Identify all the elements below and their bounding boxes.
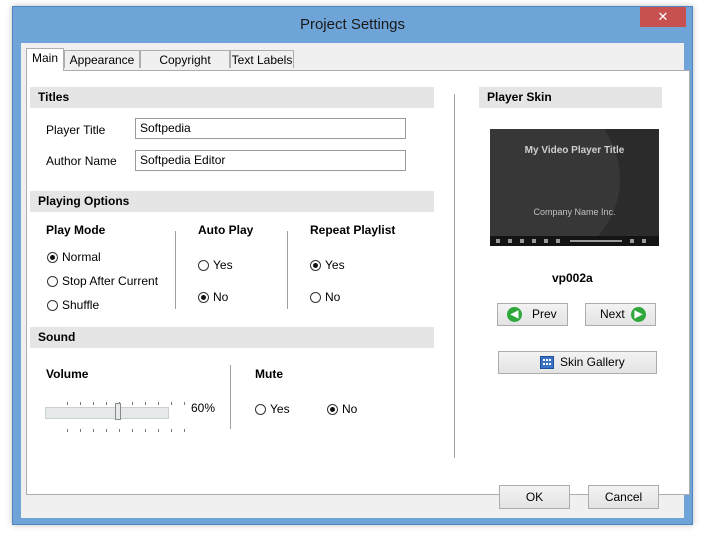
author-name-field[interactable]: Softpedia Editor bbox=[135, 150, 406, 171]
window-title: Project Settings bbox=[299, 16, 406, 33]
play-mode-label: Play Mode bbox=[46, 223, 106, 237]
radio-empty-icon bbox=[198, 259, 209, 271]
radio-label: Yes bbox=[270, 402, 290, 416]
cancel-button[interactable]: Cancel bbox=[588, 485, 659, 509]
mute-label: Mute bbox=[255, 367, 283, 381]
radio-label: Yes bbox=[325, 258, 345, 272]
volume-value: 60% bbox=[191, 401, 216, 415]
tab-copyright-labels[interactable]: Copyright Labels bbox=[140, 50, 230, 85]
auto-play-label: Auto Play bbox=[198, 223, 254, 237]
radio-label: Normal bbox=[62, 250, 101, 264]
sound-section-header: Sound bbox=[30, 327, 434, 348]
radio-empty-icon bbox=[310, 291, 321, 303]
radio-label: No bbox=[342, 402, 358, 416]
radio-selected-icon bbox=[310, 259, 321, 271]
auto-play-yes-radio[interactable]: Yes bbox=[198, 258, 233, 272]
radio-label: Shuffle bbox=[62, 298, 100, 312]
play-mode-shuffle-radio[interactable]: Shuffle bbox=[47, 298, 99, 312]
player-title-field[interactable]: Softpedia bbox=[135, 118, 406, 139]
author-name-label: Author Name bbox=[46, 154, 117, 168]
close-icon: ✕ bbox=[657, 9, 669, 24]
player-title-label: Player Title bbox=[46, 123, 106, 137]
radio-empty-icon bbox=[47, 275, 58, 287]
arrow-right-icon: ▶ bbox=[631, 307, 646, 322]
volume-slider-track[interactable] bbox=[45, 407, 169, 419]
divider bbox=[230, 365, 231, 429]
skin-name: vp002a bbox=[552, 271, 593, 285]
skin-gallery-button[interactable]: Skin Gallery bbox=[498, 351, 657, 374]
ok-button[interactable]: OK bbox=[499, 485, 570, 509]
player-skin-section-header: Player Skin bbox=[479, 87, 662, 108]
prev-skin-button[interactable]: ◀ Prev bbox=[497, 303, 568, 326]
player-skin-preview: My Video Player Title Company Name Inc. bbox=[490, 129, 659, 246]
play-mode-normal-radio[interactable]: Normal bbox=[47, 250, 101, 264]
preview-title-text: My Video Player Title bbox=[524, 145, 625, 156]
preview-control-bar bbox=[490, 236, 659, 246]
panel-divider bbox=[454, 94, 455, 458]
prev-label: Prev bbox=[532, 307, 557, 321]
project-settings-dialog: Project Settings ✕ Main Appearance Copyr… bbox=[12, 6, 693, 525]
repeat-playlist-label: Repeat Playlist bbox=[310, 223, 396, 237]
arrow-left-icon: ◀ bbox=[507, 307, 522, 322]
divider bbox=[175, 231, 176, 309]
preview-company-text: Company Name Inc. bbox=[533, 207, 616, 217]
dialog-client-area: Main Appearance Copyright Labels Text La… bbox=[21, 43, 690, 518]
next-label: Next bbox=[600, 307, 625, 321]
radio-label: No bbox=[325, 290, 341, 304]
radio-label: Stop After Current bbox=[62, 274, 159, 288]
mute-yes-radio[interactable]: Yes bbox=[255, 402, 290, 416]
play-mode-stop-after-current-radio[interactable]: Stop After Current bbox=[47, 274, 158, 288]
auto-play-no-radio[interactable]: No bbox=[198, 290, 228, 304]
next-skin-button[interactable]: Next ▶ bbox=[585, 303, 656, 326]
tab-main[interactable]: Main bbox=[26, 48, 64, 71]
mute-no-radio[interactable]: No bbox=[327, 402, 357, 416]
radio-label: No bbox=[213, 290, 229, 304]
volume-slider-thumb[interactable] bbox=[114, 403, 121, 420]
skin-gallery-label: Skin Gallery bbox=[560, 355, 625, 369]
radio-empty-icon bbox=[255, 403, 266, 415]
title-bar[interactable]: Project Settings ✕ bbox=[13, 7, 692, 43]
radio-selected-icon bbox=[198, 291, 209, 303]
divider bbox=[287, 231, 288, 309]
tab-text-labels[interactable]: Text Labels bbox=[230, 50, 294, 68]
volume-label: Volume bbox=[46, 367, 89, 381]
gallery-icon bbox=[540, 356, 554, 369]
repeat-playlist-yes-radio[interactable]: Yes bbox=[310, 258, 345, 272]
radio-selected-icon bbox=[47, 251, 58, 263]
repeat-playlist-no-radio[interactable]: No bbox=[310, 290, 340, 304]
radio-selected-icon bbox=[327, 403, 338, 415]
playing-options-section-header: Playing Options bbox=[30, 191, 434, 212]
close-button[interactable]: ✕ bbox=[640, 7, 686, 27]
radio-empty-icon bbox=[47, 299, 58, 311]
radio-label: Yes bbox=[213, 258, 233, 272]
tab-appearance[interactable]: Appearance bbox=[64, 50, 140, 68]
titles-section-header: Titles bbox=[30, 87, 434, 108]
